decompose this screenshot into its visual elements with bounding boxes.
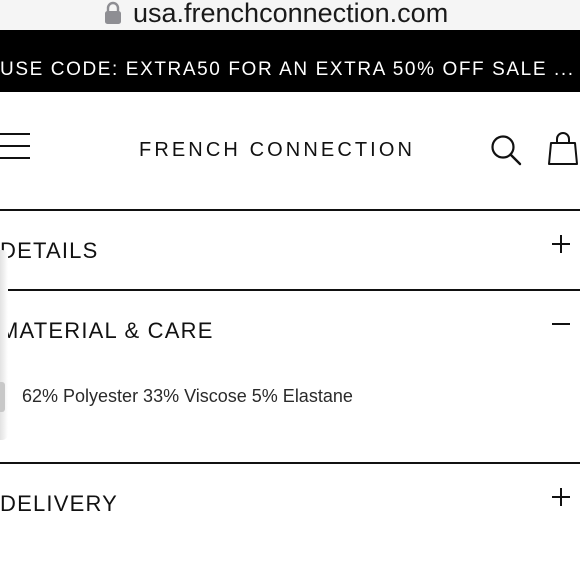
material-composition: 62% Polyester 33% Viscose 5% Elastane bbox=[22, 386, 353, 406]
plus-icon[interactable] bbox=[550, 233, 572, 255]
edge-handle[interactable] bbox=[0, 382, 5, 412]
accordion-delivery-header[interactable]: DELIVERY bbox=[0, 464, 580, 542]
plus-icon[interactable] bbox=[550, 486, 572, 508]
lock-icon bbox=[105, 1, 121, 24]
site-header: FRENCH CONNECTION bbox=[0, 92, 580, 210]
hamburger-menu-icon[interactable] bbox=[0, 132, 32, 162]
accordion-details-title: DETAILS bbox=[0, 238, 99, 263]
accordion-delivery-title: DELIVERY bbox=[0, 491, 119, 516]
search-icon[interactable] bbox=[490, 134, 522, 166]
accordion-details-header[interactable]: DETAILS bbox=[0, 211, 580, 289]
promo-text[interactable]: USE CODE: EXTRA50 FOR AN EXTRA 50% OFF S… bbox=[0, 58, 580, 82]
accordion-material-title: MATERIAL & CARE bbox=[0, 318, 214, 343]
accordion-material-header[interactable]: MATERIAL & CARE bbox=[0, 291, 580, 369]
promo-banner[interactable]: USE CODE: EXTRA50 FOR AN EXTRA 50% OFF S… bbox=[0, 30, 580, 92]
browser-url-bar[interactable]: usa.frenchconnection.com bbox=[0, 0, 580, 30]
shopping-bag-icon[interactable] bbox=[548, 132, 578, 166]
minus-icon[interactable] bbox=[550, 313, 572, 335]
brand-logo[interactable]: FRENCH CONNECTION bbox=[139, 138, 415, 162]
url-text[interactable]: usa.frenchconnection.com bbox=[133, 0, 448, 29]
